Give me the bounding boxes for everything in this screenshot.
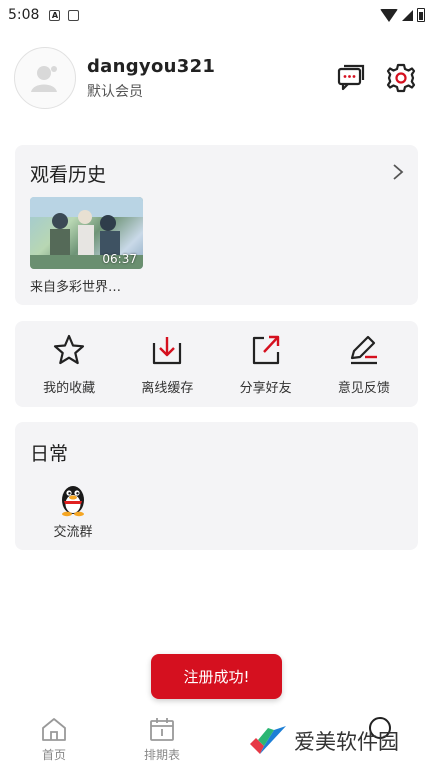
battery-icon — [417, 8, 425, 22]
calendar-icon — [150, 718, 174, 741]
toast-message: 注册成功! — [151, 654, 282, 699]
status-time: 5:08 — [8, 7, 40, 23]
share-friends-label: 分享好友 — [239, 381, 292, 396]
watermark-text: 爱美软件园 — [294, 730, 399, 754]
chat-group-button[interactable]: 交流群 — [48, 481, 98, 540]
history-item-title[interactable]: 来自多彩世界… — [30, 276, 143, 295]
tab-schedule[interactable]: 排期表 — [132, 716, 192, 763]
feedback-label: 意见反馈 — [337, 381, 390, 396]
watch-history-card: 观看历史 06:37 来自多彩世界… — [15, 145, 418, 305]
settings-button[interactable] — [383, 60, 419, 96]
feedback-button[interactable]: 意见反馈 — [324, 332, 404, 396]
offline-cache-button[interactable]: 离线缓存 — [127, 332, 207, 396]
tab-schedule-label: 排期表 — [143, 748, 180, 762]
favorites-label: 我的收藏 — [43, 381, 96, 396]
watermark-logo-icon — [250, 726, 286, 754]
message-icon — [337, 64, 365, 91]
avatar[interactable] — [14, 47, 76, 109]
daily-title: 日常 — [30, 443, 69, 465]
tab-home-label: 首页 — [41, 748, 66, 762]
video-duration: 06:37 — [102, 252, 137, 266]
profile-header: dangyou321 默认会员 — [14, 46, 419, 110]
qq-penguin-icon — [62, 486, 84, 517]
default-avatar-icon — [31, 66, 57, 92]
watermark: 爱美软件园 — [248, 724, 399, 758]
notification-a-icon: A — [49, 9, 61, 21]
username: dangyou321 — [87, 55, 216, 77]
messages-button[interactable] — [333, 60, 369, 96]
feedback-icon — [350, 335, 377, 365]
history-title: 观看历史 — [30, 164, 107, 186]
quick-actions-card: 我的收藏 离线缓存 分享好友 意见反馈 — [15, 321, 418, 407]
status-bar: 5:08 A — [0, 0, 433, 30]
download-icon — [153, 337, 182, 365]
home-icon — [42, 718, 66, 741]
gear-icon — [386, 63, 416, 93]
signal-icon — [402, 9, 413, 21]
tab-home[interactable]: 首页 — [24, 716, 84, 763]
chevron-right-icon[interactable] — [392, 163, 404, 185]
share-friends-button[interactable]: 分享好友 — [226, 332, 306, 396]
notification-calendar-icon — [68, 9, 80, 21]
member-level: 默认会员 — [87, 83, 143, 100]
history-thumbnail[interactable]: 06:37 — [30, 197, 143, 269]
star-icon — [54, 334, 85, 365]
offline-cache-label: 离线缓存 — [141, 381, 194, 396]
chat-group-label: 交流群 — [53, 525, 93, 540]
wifi-icon — [380, 8, 398, 22]
favorites-button[interactable]: 我的收藏 — [29, 332, 109, 396]
share-icon — [252, 335, 279, 365]
daily-card: 日常 交流群 — [15, 422, 418, 550]
